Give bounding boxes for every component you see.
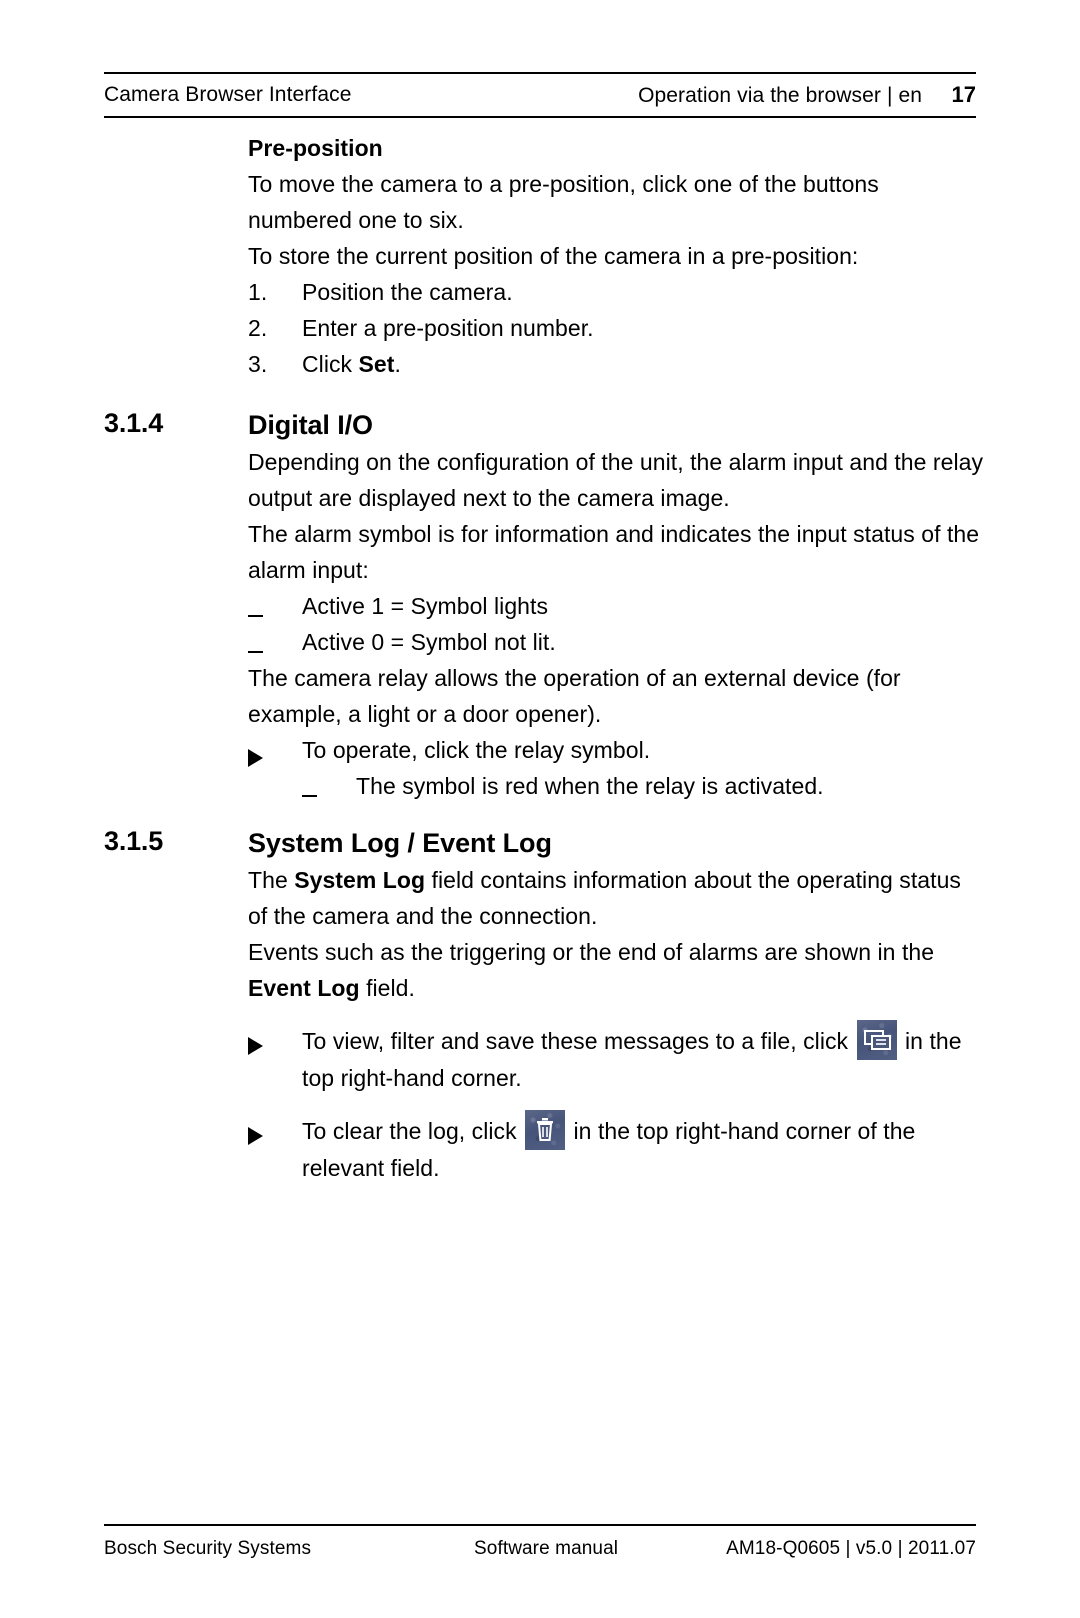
header-rule-bottom xyxy=(104,116,976,118)
header-chapter-title: Operation via the browser | en xyxy=(638,84,922,107)
trash-icon[interactable] xyxy=(525,1110,566,1150)
section-number-314: 3.1.4 xyxy=(104,408,164,438)
list-item: 2. Enter a pre-position number. xyxy=(248,310,984,346)
list-text: Active 0 = Symbol not lit. xyxy=(302,629,556,655)
header-right-group: Operation via the browser | en 17 xyxy=(638,82,976,108)
dash-marker xyxy=(248,588,302,624)
preposition-para-1: To move the camera to a pre-position, cl… xyxy=(248,171,879,233)
footer-rule xyxy=(104,1524,976,1526)
dash-icon xyxy=(248,615,263,618)
section-number-315: 3.1.5 xyxy=(104,826,164,856)
para-text-a: The xyxy=(248,867,295,893)
page-footer: Bosch Security Systems Software manual A… xyxy=(104,1524,976,1566)
list-marker: 3. xyxy=(248,351,268,377)
list-text: To clear the log, click in the top right… xyxy=(302,1110,984,1186)
list-item: To clear the log, click in the top right… xyxy=(248,1110,984,1186)
section-314-block: Digital I/O Depending on the configurati… xyxy=(248,406,984,804)
section-315-block: System Log / Event Log The System Log fi… xyxy=(248,824,984,1186)
page-header: Camera Browser Interface Operation via t… xyxy=(104,72,976,118)
para-text-a: Events such as the triggering or the end… xyxy=(248,939,935,965)
triangle-bullet-icon xyxy=(248,748,263,767)
footer-company: Bosch Security Systems xyxy=(104,1538,312,1559)
triangle-marker xyxy=(248,1020,302,1056)
list-text-pre: Click xyxy=(302,351,359,377)
section-315-para-1: The System Log field contains informatio… xyxy=(248,862,984,934)
header-rule-top xyxy=(104,72,976,74)
section-315-para-2: Events such as the triggering or the end… xyxy=(248,934,984,1006)
triangle-marker xyxy=(248,732,302,768)
list-marker: 1. xyxy=(248,279,268,305)
list-text-post: . xyxy=(394,351,401,377)
dash-icon xyxy=(248,651,263,654)
header-document-title: Camera Browser Interface xyxy=(104,83,352,106)
section-314-para-2: The alarm symbol is for information and … xyxy=(248,521,980,583)
section-315-title: System Log / Event Log xyxy=(248,828,552,858)
header-row: Camera Browser Interface Operation via t… xyxy=(104,76,976,114)
dash-icon xyxy=(302,795,317,798)
list-item: 1. Position the camera. xyxy=(248,274,984,310)
dash-marker xyxy=(248,624,302,660)
set-button-reference: Set xyxy=(358,351,395,377)
section-314-para-3: The camera relay allows the operation of… xyxy=(248,665,901,727)
action-text-a: To clear the log, click xyxy=(302,1118,524,1144)
footer-row: Bosch Security Systems Software manual A… xyxy=(104,1538,976,1566)
action-text-a: To view, filter and save these messages … xyxy=(302,1028,855,1054)
preposition-heading: Pre-position xyxy=(248,135,383,161)
list-text: Enter a pre-position number. xyxy=(302,315,594,341)
list-item: To operate, click the relay symbol. xyxy=(248,732,984,768)
triangle-bullet-icon xyxy=(248,1036,263,1055)
list-text: Active 1 = Symbol lights xyxy=(302,593,549,619)
list-text: Click Set. xyxy=(302,346,984,382)
list-text: The symbol is red when the relay is acti… xyxy=(356,773,824,799)
document-page: Camera Browser Interface Operation via t… xyxy=(0,0,1080,1618)
list-text: To view, filter and save these messages … xyxy=(302,1020,984,1096)
event-log-field-reference: Event Log xyxy=(248,975,360,1001)
footer-doc-type: Software manual xyxy=(474,1538,619,1559)
list-item: The symbol is red when the relay is acti… xyxy=(248,768,984,804)
para-text-b: field. xyxy=(359,975,415,1001)
list-item: 3. Click Set. xyxy=(248,346,984,382)
list-item: Active 1 = Symbol lights xyxy=(248,588,984,624)
system-log-field-reference: System Log xyxy=(294,867,426,893)
dash-marker xyxy=(302,768,356,804)
list-text: Position the camera. xyxy=(302,279,513,305)
list-item: To view, filter and save these messages … xyxy=(248,1020,984,1096)
list-marker: 2. xyxy=(248,315,268,341)
page-number: 17 xyxy=(951,82,976,107)
triangle-bullet-icon xyxy=(248,1126,263,1145)
preposition-block: Pre-position To move the camera to a pre… xyxy=(248,130,984,382)
list-item: Active 0 = Symbol not lit. xyxy=(248,624,984,660)
section-314-para-1: Depending on the configuration of the un… xyxy=(248,449,984,511)
list-text: To operate, click the relay symbol. xyxy=(302,737,651,763)
section-314-title: Digital I/O xyxy=(248,410,373,440)
preposition-para-2: To store the current position of the cam… xyxy=(248,243,859,269)
window-log-icon[interactable] xyxy=(856,1020,897,1060)
triangle-marker xyxy=(248,1110,302,1146)
footer-doc-id: AM18-Q0605 | v5.0 | 2011.07 xyxy=(726,1538,976,1559)
